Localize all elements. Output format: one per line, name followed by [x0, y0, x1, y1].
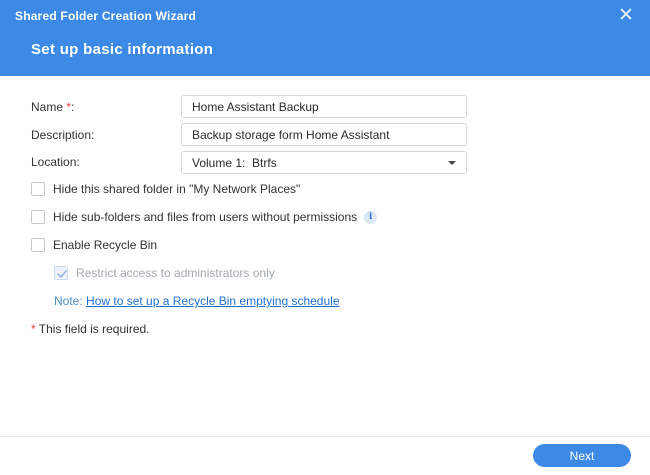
- recycle-bin-schedule-link[interactable]: How to set up a Recycle Bin emptying sch…: [86, 294, 339, 308]
- required-note-text: This field is required.: [35, 322, 150, 336]
- name-field-box: [181, 95, 467, 118]
- hide-network-places-checkbox[interactable]: [31, 182, 45, 196]
- recycle-bin-note: Note: How to set up a Recycle Bin emptyi…: [54, 294, 340, 308]
- required-field-note: * This field is required.: [31, 322, 150, 336]
- location-label: Location:: [31, 155, 80, 169]
- next-button[interactable]: Next: [533, 444, 631, 467]
- hide-network-places-option[interactable]: Hide this shared folder in "My Network P…: [31, 182, 300, 196]
- hide-subfolders-label: Hide sub-folders and files from users wi…: [53, 210, 358, 224]
- name-label-text: Name: [31, 100, 64, 114]
- close-icon: [620, 8, 632, 20]
- location-select[interactable]: Volume 1: Btrfs: [181, 151, 467, 174]
- restrict-admins-label: Restrict access to administrators only: [76, 266, 275, 280]
- recycle-bin-label: Enable Recycle Bin: [53, 238, 158, 252]
- name-label-suffix: :: [71, 100, 75, 114]
- hide-subfolders-checkbox[interactable]: [31, 210, 45, 224]
- info-icon[interactable]: i: [364, 210, 378, 224]
- close-button[interactable]: [620, 8, 634, 22]
- step-title: Set up basic information: [31, 41, 214, 58]
- description-input[interactable]: [182, 124, 466, 145]
- hide-network-places-label: Hide this shared folder in "My Network P…: [53, 182, 301, 196]
- chevron-down-icon: [448, 161, 456, 165]
- recycle-bin-option[interactable]: Enable Recycle Bin: [31, 238, 157, 252]
- restrict-admins-checkbox: [54, 266, 68, 280]
- recycle-bin-checkbox[interactable]: [31, 238, 45, 252]
- restrict-admins-option: Restrict access to administrators only: [54, 266, 275, 280]
- name-label: Name *:: [31, 100, 74, 114]
- window-title: Shared Folder Creation Wizard: [15, 9, 197, 23]
- description-label: Description:: [31, 128, 95, 142]
- name-input[interactable]: [182, 96, 466, 117]
- note-label: Note:: [54, 294, 83, 308]
- checkmark-icon: [57, 270, 67, 278]
- location-select-value: Volume 1: Btrfs: [192, 156, 277, 170]
- description-field-box: [181, 123, 467, 146]
- footer-divider: [0, 436, 650, 437]
- wizard-header: Shared Folder Creation Wizard Set up bas…: [0, 0, 650, 76]
- hide-subfolders-option[interactable]: Hide sub-folders and files from users wi…: [31, 210, 378, 224]
